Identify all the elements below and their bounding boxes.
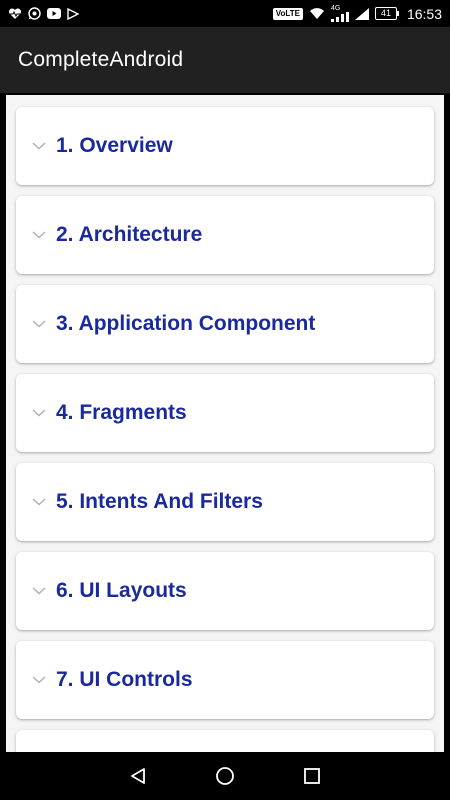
topic-card-overview[interactable]: 1. Overview <box>16 107 434 185</box>
topic-card-intents-and-filters[interactable]: 5. Intents And Filters <box>16 463 434 541</box>
battery-indicator: 41 <box>374 7 399 20</box>
signal-strength-icon-2 <box>354 7 369 20</box>
topic-card-architecture[interactable]: 2. Architecture <box>16 196 434 274</box>
topic-title: 4. Fragments <box>56 401 187 424</box>
chevron-down-icon <box>24 409 54 417</box>
topic-card-ui-layouts[interactable]: 6. UI Layouts <box>16 552 434 630</box>
chevron-down-icon <box>24 498 54 506</box>
chevron-down-icon <box>24 587 54 595</box>
topic-title: 5. Intents And Filters <box>56 490 263 513</box>
topic-card-fragments[interactable]: 4. Fragments <box>16 374 434 452</box>
topic-card-ui-controls[interactable]: 7. UI Controls <box>16 641 434 719</box>
clock: 16:53 <box>406 5 442 22</box>
chevron-down-icon <box>24 142 54 150</box>
chevron-down-icon <box>24 231 54 239</box>
signal-strength-icon <box>330 12 349 22</box>
whatsapp-icon <box>28 7 41 20</box>
youtube-icon <box>47 8 61 19</box>
home-circle-icon[interactable] <box>205 756 245 796</box>
play-store-icon <box>67 7 79 20</box>
app-bar: CompleteAndroid <box>0 27 450 93</box>
chevron-down-icon <box>24 676 54 684</box>
topic-title: 2. Architecture <box>56 223 203 246</box>
back-triangle-icon[interactable] <box>118 756 158 796</box>
system-status: VoLTE 4G 41 16:53 <box>272 5 442 22</box>
mobile-network: 4G <box>330 5 349 22</box>
chevron-down-icon <box>24 320 54 328</box>
topic-list[interactable]: 1. Overview 2. Architecture 3. Applicati… <box>6 95 444 752</box>
notification-icons <box>8 7 79 20</box>
topic-title: 6. UI Layouts <box>56 579 187 602</box>
recents-square-icon[interactable] <box>292 756 332 796</box>
volte-badge: VoLTE <box>272 7 303 20</box>
wifi-icon <box>309 7 325 20</box>
topic-title: 7. UI Controls <box>56 668 193 691</box>
health-heart-icon <box>8 7 22 20</box>
topic-title: 1. Overview <box>56 134 173 157</box>
topic-card-application-component[interactable]: 3. Application Component <box>16 285 434 363</box>
topic-card-partial[interactable] <box>16 730 434 752</box>
network-type-label: 4G <box>330 5 341 12</box>
app-title: CompleteAndroid <box>18 48 184 71</box>
status-bar: VoLTE 4G 41 16:53 <box>0 0 450 27</box>
topic-title: 3. Application Component <box>56 312 316 335</box>
navigation-bar <box>0 752 450 800</box>
